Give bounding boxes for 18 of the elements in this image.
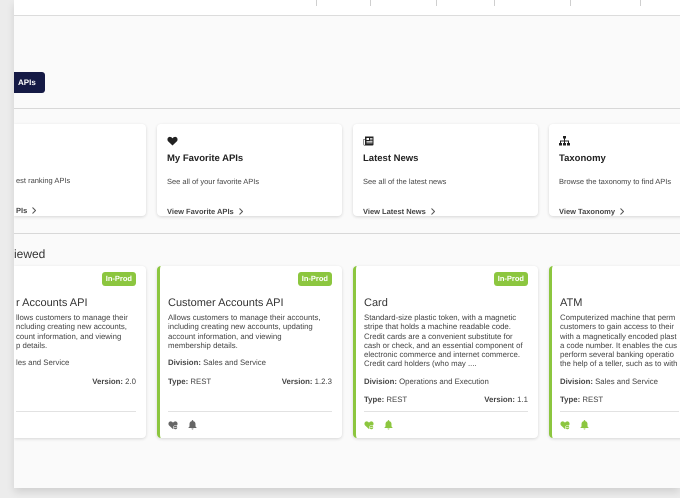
apis-button[interactable]: APIs [14,72,45,93]
api-title: r Accounts API [16,296,88,310]
card-title: My Favorite APIs [167,153,244,165]
api-title: Card [364,296,388,310]
card-title: Latest News [363,153,418,165]
chevron-right-icon [430,208,435,216]
chevron-right-icon [238,208,243,216]
api-title: ATM [560,296,582,310]
chevron-right-icon [620,208,624,216]
hierarchy-icon [559,136,570,146]
api-title: Customer Accounts API [168,296,284,310]
heart-icon [167,136,178,146]
newspaper-icon [363,136,374,146]
card-title: Taxonomy [559,153,606,165]
chevron-right-icon [32,206,36,214]
bell-icon[interactable] [188,420,197,430]
heart-minus-icon[interactable] [168,420,178,430]
section-heading: iewed [14,246,46,262]
